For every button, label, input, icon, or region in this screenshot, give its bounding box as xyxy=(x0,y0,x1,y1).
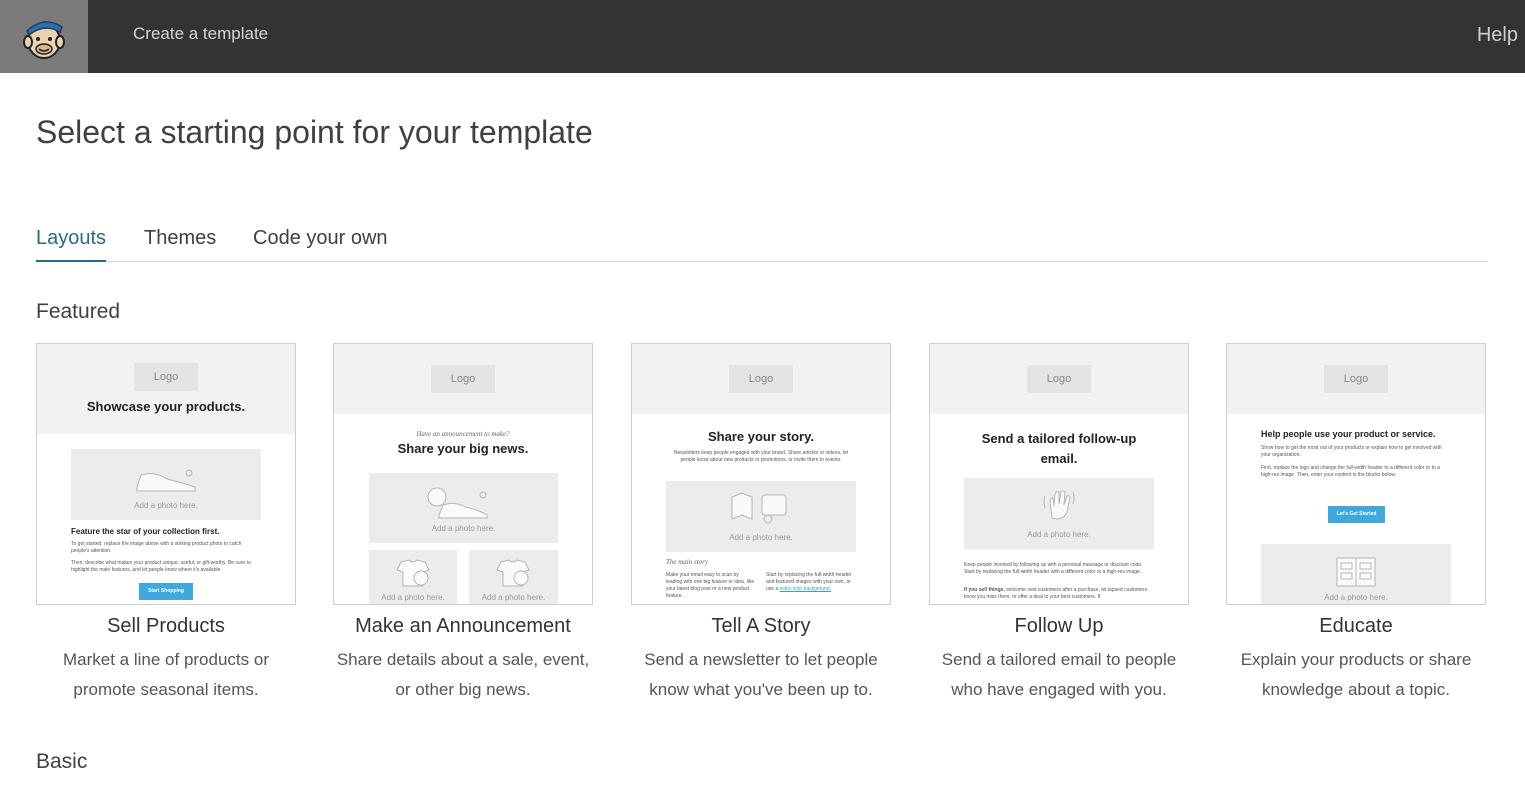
preview-photo-caption: Add a photo here. xyxy=(134,501,198,510)
card-title-tell-a-story[interactable]: Tell A Story xyxy=(631,615,891,638)
preview-photo: Add a photo here. xyxy=(369,473,558,543)
section-heading-basic: Basic xyxy=(36,750,88,773)
preview-heading: Share your big news. xyxy=(397,441,529,456)
topbar-title: Create a template xyxy=(133,24,269,43)
page-title: Select a starting point for your templat… xyxy=(36,114,593,150)
sale-shoes-icon xyxy=(427,487,488,519)
preview-body-2-bold: If you sell things, xyxy=(964,587,1005,593)
preview-photo-small-caption: Add a photo here. xyxy=(481,593,546,602)
preview-intro: Newsletters keep people engaged with you… xyxy=(673,450,849,463)
template-tabs: Layouts Themes Code your own xyxy=(36,222,1487,262)
help-link[interactable]: Help xyxy=(1477,24,1518,47)
top-bar: Create a template Help xyxy=(0,0,1525,73)
preview-logo: Logo xyxy=(1324,365,1388,393)
preview-heading: Showcase your products. xyxy=(86,399,246,414)
tab-code-your-own[interactable]: Code your own xyxy=(253,227,388,260)
card-desc-educate: Explain your products or share knowledge… xyxy=(1240,650,1472,699)
preview-col-1: Make your email easy to scan by leading … xyxy=(666,572,755,599)
template-card-make-an-announcement[interactable]: Logo Have an announcement to make? Share… xyxy=(333,343,593,605)
tab-themes[interactable]: Themes xyxy=(144,227,216,260)
preview-photo-small-caption: Add a photo here. xyxy=(381,593,445,602)
card-desc-sell-products: Market a line of products or promote sea… xyxy=(63,650,269,699)
card-desc-tell-a-story: Send a newsletter to let people know wha… xyxy=(644,650,878,699)
waving-hand-icon xyxy=(1043,490,1075,520)
template-card-tell-a-story[interactable]: Logo Share your story. Newsletters keep … xyxy=(631,343,891,605)
preview-logo: Logo xyxy=(1027,365,1091,393)
preview-subheading: Feature the star of your collection firs… xyxy=(71,527,220,536)
preview-photo: Add a photo here. xyxy=(71,449,261,520)
preview-photo-caption: Add a photo here. xyxy=(431,524,496,533)
shirt-icon xyxy=(396,559,430,587)
shirt-icon xyxy=(496,559,530,587)
preview-logo: Logo xyxy=(431,365,495,393)
home-logo-link[interactable] xyxy=(0,0,88,73)
card-title-make-an-announcement[interactable]: Make an Announcement xyxy=(333,615,593,638)
preview-col-2: Start by replacing the full-width header… xyxy=(766,572,856,593)
preview-kicker: Have an announcement to make? xyxy=(416,430,510,438)
preview-col-2-link: solid color background. xyxy=(779,586,832,592)
preview-photo-caption: Add a photo here. xyxy=(1324,593,1388,602)
preview-photo: Add a photo here. xyxy=(964,478,1154,549)
preview-body-2: Then, describe what makes your product u… xyxy=(71,560,251,573)
preview-heading: Share your story. xyxy=(708,429,814,444)
preview-body-2: First, replace the logo and change the f… xyxy=(1261,465,1440,478)
preview-kicker: The main story xyxy=(666,558,708,566)
template-card-sell-products[interactable]: Logo Showcase your products. Add a photo… xyxy=(36,343,296,605)
tab-layouts[interactable]: Layouts xyxy=(36,227,107,262)
preview-photo-caption: Add a photo here. xyxy=(1027,530,1091,539)
card-desc-make-an-announcement: Share details about a sale, event, or ot… xyxy=(336,650,590,699)
card-title-sell-products[interactable]: Sell Products xyxy=(36,615,296,638)
preview-button: Let's Get Started xyxy=(1328,506,1385,523)
preview-photo-small-1: Add a photo here. xyxy=(369,550,457,604)
preview-photo: Add a photo here. xyxy=(1261,544,1451,604)
preview-logo: Logo xyxy=(134,363,198,391)
card-title-follow-up[interactable]: Follow Up xyxy=(929,615,1189,638)
preview-body-2: If you sell things, welcome new customer… xyxy=(964,587,1154,601)
preview-logo: Logo xyxy=(729,365,793,393)
card-title-educate[interactable]: Educate xyxy=(1226,615,1486,638)
preview-heading: Help people use your product or service. xyxy=(1261,429,1436,439)
template-card-follow-up[interactable]: Logo Send a tailored follow-up email. Ad… xyxy=(929,343,1189,605)
preview-button: Start Shopping xyxy=(139,583,193,600)
template-card-educate[interactable]: Logo Help people use your product or ser… xyxy=(1226,343,1486,605)
preview-photo-small-2: Add a photo here. xyxy=(469,550,558,604)
section-heading-featured: Featured xyxy=(36,300,121,323)
card-desc-follow-up: Send a tailored email to people who have… xyxy=(941,650,1177,699)
preview-photo: Add a photo here. xyxy=(666,481,856,552)
preview-body-1: To get started, replace the image above … xyxy=(71,541,242,554)
freddie-logo-icon xyxy=(23,20,65,59)
preview-body-1: Show how to get the most out of your pro… xyxy=(1261,445,1442,458)
book-icon xyxy=(1336,557,1376,587)
preview-heading: Send a tailored follow-up email. xyxy=(981,431,1137,466)
preview-photo-caption: Add a photo here. xyxy=(729,533,793,542)
map-luggage-icon xyxy=(731,492,787,524)
preview-body-1: Keep people involved by following up wit… xyxy=(964,562,1143,575)
shoe-icon xyxy=(136,469,196,492)
